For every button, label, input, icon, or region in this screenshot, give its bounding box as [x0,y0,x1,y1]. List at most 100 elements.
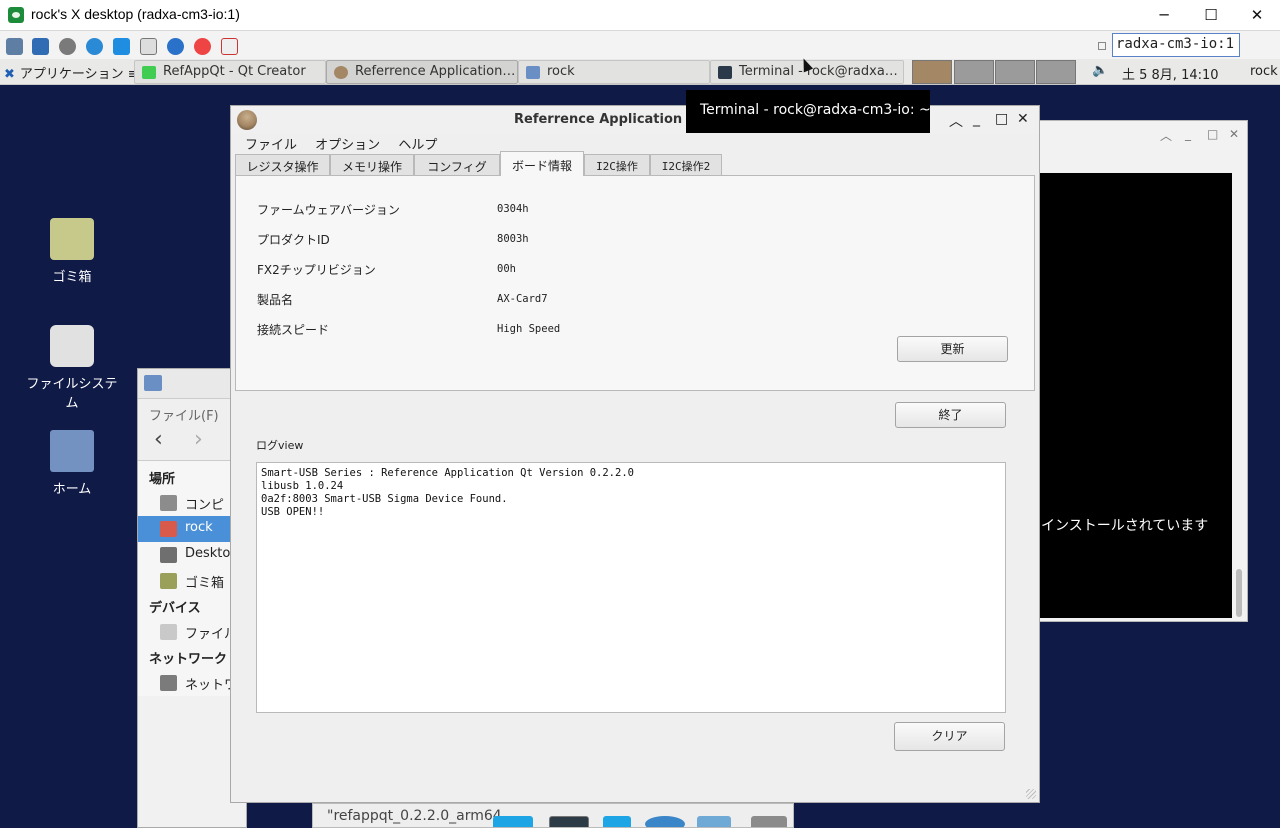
dock-terminal-icon[interactable] [549,816,589,827]
desktop-home[interactable]: ホーム [22,430,122,497]
forward-icon[interactable]: › [194,427,203,452]
clear-button[interactable]: クリア [894,722,1005,751]
taskbar-rock-folder[interactable]: rock [518,60,710,84]
drive-icon [160,624,177,640]
terminal-window: ︿ _ □ ✕ インストールされています [1036,120,1248,622]
desktop-trash[interactable]: ゴミ箱 [22,218,122,285]
menu-help[interactable]: ヘルプ [398,138,437,153]
chip-revision-value: 00h [497,263,516,275]
terminal-output-text: インストールされています [1041,518,1209,534]
board-info-panel: ファームウェアバージョン 0304h プロダクトID 8003h FX2チップリ… [235,175,1035,391]
transfer-icon[interactable] [221,38,238,55]
host-close-button[interactable]: ✕ [1234,0,1280,31]
shade-icon[interactable]: ︿ [949,111,963,131]
trash-icon [160,573,177,589]
host-square-icon [1098,42,1106,50]
panel-clock[interactable]: 土 5 8月, 14:10 [1122,64,1219,83]
minimize-icon[interactable]: _ [973,111,980,127]
workspace-3[interactable] [995,60,1035,84]
refapp-title: Referrence Application Qt [514,112,704,127]
host-titlebar: rock's X desktop (radxa-cm3-io:1) ─ ☐ ✕ [0,0,1280,31]
app-logo-icon [237,110,257,130]
dock-folder-icon[interactable] [751,816,787,827]
terminal-scrollbar[interactable] [1236,569,1242,617]
vnc-toolbar: radxa-cm3-io:1 [0,31,1280,61]
windows-key-icon[interactable] [113,38,130,55]
tab-i2c[interactable]: I2C操作 [584,154,650,176]
home-folder-icon [50,430,94,472]
workspace-4[interactable] [1036,60,1076,84]
terminal-minimize-icon[interactable]: _ [1185,127,1191,141]
connection-speed-label: 接続スピード [257,323,330,337]
log-line: 0a2f:8003 Smart-USB Sigma Device Found. [261,493,508,505]
dock-globe-icon[interactable] [645,816,685,827]
connection-speed-value: High Speed [497,323,561,335]
close-icon[interactable]: ✕ [1017,111,1029,127]
ctrl-alt-del-icon[interactable] [140,38,157,55]
dock-icon-1[interactable] [493,816,533,827]
product-name-value: AX-Card7 [497,293,548,305]
tab-board-info[interactable]: ボード情報 [500,151,584,176]
tab-memory[interactable]: メモリ操作 [330,154,414,176]
log-line: USB OPEN!! [261,506,325,518]
log-view[interactable]: Smart-USB Series : Reference Application… [256,462,1006,713]
terminal-screen[interactable]: インストールされています [1037,173,1232,618]
refresh-button[interactable]: 更新 [897,336,1008,362]
exit-button[interactable]: 終了 [895,402,1006,428]
taskbar-qtcreator[interactable]: RefAppQt - Qt Creator [134,60,326,84]
firmware-value: 0304h [497,203,529,215]
log-line: Smart-USB Series : Reference Application… [261,467,634,479]
options-icon[interactable] [6,38,23,55]
terminal-shade-icon[interactable]: ︿ [1160,127,1172,144]
xfce-logo-icon: ✖ [4,67,15,82]
chip-revision-label: FX2チップリビジョン [257,263,376,277]
folder-icon [526,66,540,79]
tab-i2c-2[interactable]: I2C操作2 [650,154,722,176]
workspace-2[interactable] [954,60,994,84]
resize-grip[interactable] [1026,789,1036,799]
menubar: ファイル オプション ヘルプ [231,134,1039,153]
menu-file[interactable]: ファイル [245,138,297,153]
terminal-icon [718,66,732,79]
trash-icon [50,218,94,260]
volume-icon[interactable]: 🔈 [1092,63,1108,78]
product-id-label: プロダクトID [257,233,330,247]
terminal-maximize-icon[interactable]: □ [1207,127,1218,141]
firmware-label: ファームウェアバージョン [257,203,400,217]
host-maximize-button[interactable]: ☐ [1188,0,1234,31]
product-name-label: 製品名 [257,293,294,307]
host-window-title: rock's X desktop (radxa-cm3-io:1) [31,6,240,22]
refresh-icon[interactable] [86,38,103,55]
workspace-1[interactable] [912,60,952,84]
tab-config[interactable]: コンフィグ [414,154,500,176]
log-line: libusb 1.0.24 [261,480,344,492]
tab-register[interactable]: レジスタ操作 [235,154,330,176]
host-minimize-button[interactable]: ─ [1141,0,1187,31]
panel-user[interactable]: rock [1250,64,1278,79]
refapp-icon [334,66,348,79]
package-suffix: ージ [793,807,794,827]
qtcreator-icon [142,66,156,79]
terminal-close-icon[interactable]: ✕ [1229,127,1239,141]
menu-options[interactable]: オプション [315,138,380,153]
back-icon[interactable]: ‹ [154,427,163,452]
network-icon [160,675,177,691]
fullscreen-icon[interactable] [32,38,49,55]
dock-icon-3[interactable] [603,816,631,827]
taskbar-refapp[interactable]: Referrence Application… [326,60,518,84]
vnc-app-icon [8,7,24,23]
info-icon[interactable] [167,38,184,55]
gear-icon[interactable] [59,38,76,55]
package-dialog-partial: "refappqt_0.2.2.0_arm64 ージ [312,803,794,828]
maximize-icon[interactable]: □ [995,111,1008,127]
computer-icon [160,495,177,511]
log-view-label: ログview [256,439,304,452]
applications-menu[interactable]: ✖ アプリケーション ≡ [4,63,139,82]
drive-icon [50,325,94,367]
home-icon [160,521,177,537]
vnc-hostname-field[interactable]: radxa-cm3-io:1 [1112,33,1240,57]
desktop-filesystem[interactable]: ファイルシステム [22,325,122,411]
dock-search-icon[interactable] [697,816,731,827]
disconnect-icon[interactable] [194,38,211,55]
product-id-value: 8003h [497,233,529,245]
